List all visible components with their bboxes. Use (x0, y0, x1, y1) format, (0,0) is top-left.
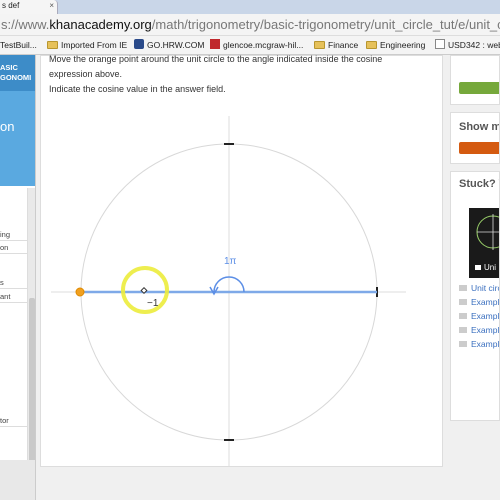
topic-line-2: GONOMI (0, 73, 32, 82)
topic-header: ASIC GONOMI on (0, 55, 35, 186)
document-icon (435, 39, 445, 49)
show-me-heading: Show m (459, 121, 500, 133)
close-tab-icon[interactable]: × (49, 0, 54, 12)
bookmark-label: GO.HRW.COM (147, 40, 205, 50)
nav-item[interactable]: tor (0, 415, 30, 427)
url-field[interactable]: s://www.khanacademy.org/math/trigonometr… (0, 17, 500, 33)
video-title: Uni (475, 263, 496, 272)
angle-label: 1π (224, 256, 237, 267)
folder-icon (47, 41, 58, 49)
tab-strip: s def × (0, 0, 500, 14)
bookmark-label: Finance (328, 40, 359, 50)
bookmark-label: USD342 : webs (448, 40, 500, 50)
bookmark-label: TestBuil... (0, 40, 37, 50)
bookmark-imported-from-ie[interactable]: Imported From IE (47, 39, 127, 52)
video-icon (459, 313, 467, 319)
video-icon (459, 341, 467, 347)
video-icon (459, 327, 467, 333)
video-icon (459, 299, 467, 305)
bookmark-label: glencoe.mcgraw-hil... (223, 40, 304, 50)
related-link[interactable]: Example (459, 339, 499, 349)
left-nav-panel: ASIC GONOMI on ing on s ant tor (0, 55, 36, 500)
unit-circle-graph[interactable]: 1π −1 (41, 56, 444, 468)
bookmark-label: Engineering (380, 40, 426, 50)
nav-item[interactable]: on (0, 242, 30, 254)
scrollbar-thumb[interactable] (29, 298, 35, 478)
stuck-box: Stuck? W Uni Unit circ Example Example E… (450, 171, 500, 421)
video-camera-icon (475, 265, 481, 270)
show-me-button[interactable] (459, 142, 499, 154)
video-icon (459, 285, 467, 291)
left-panel-footer (0, 460, 35, 500)
nav-item[interactable]: ing (0, 229, 30, 241)
address-bar[interactable]: s://www.khanacademy.org/math/trigonometr… (0, 14, 500, 36)
left-panel-scrollbar[interactable] (27, 188, 35, 500)
nav-item[interactable]: ant (0, 291, 30, 303)
check-answer-button[interactable] (459, 82, 499, 94)
point-label: −1 (147, 298, 159, 309)
topic-line-1: ASIC (0, 63, 18, 72)
video-thumbnail[interactable]: Uni (469, 208, 499, 278)
bookmark-finance[interactable]: Finance (314, 39, 358, 52)
bookmark-glencoe[interactable]: glencoe.mcgraw-hil... (210, 39, 303, 52)
related-link[interactable]: Example (459, 311, 499, 321)
answer-box (450, 55, 500, 105)
bookmark-engineering[interactable]: Engineering (366, 39, 425, 52)
url-prefix: s://www. (1, 17, 50, 32)
tab-title: s def (2, 1, 20, 10)
nav-item[interactable]: s (0, 277, 30, 289)
folder-icon (366, 41, 377, 49)
url-host: khanacademy.org (49, 17, 152, 32)
topic-title: on (0, 119, 15, 134)
bookmark-usd342[interactable]: USD342 : webs (435, 39, 500, 52)
folder-icon (314, 41, 325, 49)
browser-tab[interactable]: s def × (0, 0, 58, 14)
hint-box: Show m (450, 112, 500, 164)
exercise-area: Move the orange point around the unit ci… (40, 54, 444, 468)
url-path: /math/trigonometry/basic-trigonometry/un… (151, 17, 500, 32)
bookmark-go-hrw[interactable]: GO.HRW.COM (134, 39, 204, 52)
glencoe-icon (210, 39, 220, 49)
page: ASIC GONOMI on ing on s ant tor Move the… (0, 54, 500, 500)
right-column: Show m Stuck? W Uni Unit circ Example Ex… (450, 55, 500, 500)
related-link[interactable]: Example (459, 297, 499, 307)
go-hrw-icon (134, 39, 144, 49)
orange-drag-point[interactable] (75, 287, 85, 297)
related-link[interactable]: Unit circ (459, 283, 499, 293)
bookmark-label: Imported From IE (61, 40, 128, 50)
bookmark-testbuilder[interactable]: TestBuil... (0, 39, 37, 52)
related-link[interactable]: Example (459, 325, 499, 335)
stuck-heading: Stuck? W (459, 178, 499, 190)
video-preview-icon (476, 214, 499, 250)
